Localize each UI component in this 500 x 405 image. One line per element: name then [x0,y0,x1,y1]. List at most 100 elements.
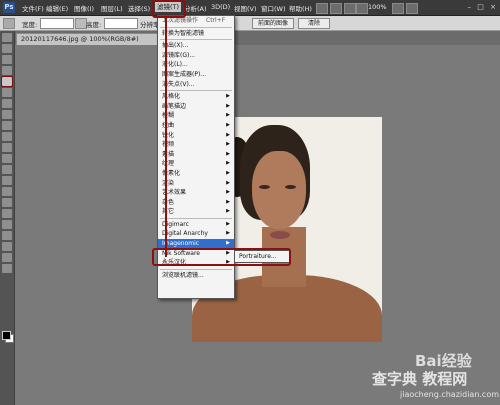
mini-bridge-icon[interactable] [330,3,342,14]
foreground-color-swatch[interactable] [2,331,11,340]
clear-button[interactable]: 清除 [298,18,330,29]
history-brush-tool-icon[interactable] [2,132,12,141]
photo-face [252,151,306,229]
menu-item-digimarc[interactable]: Digimarc ▶ [158,220,234,230]
lasso-tool-icon[interactable] [2,55,12,64]
menu-analysis[interactable]: 分析(A) [184,3,207,13]
menu-item-sharpen[interactable]: 锐化 ▶ [158,131,234,141]
menu-item-stylize[interactable]: 风格化 ▶ [158,92,234,102]
submenu-arrow-icon: ▶ [226,160,230,167]
front-image-button[interactable]: 前面的图像 [252,18,294,29]
menu-divider [160,217,232,219]
width-label: 宽度: [22,21,38,29]
menu-help[interactable]: 帮助(H) [289,3,312,13]
menu-item-browse-online-filters[interactable]: 浏览联机滤镜... [158,271,234,281]
menu-item-filter-gallery[interactable]: 滤镜库(G)... [158,51,234,61]
menu-item-noise[interactable]: 杂色 ▶ [158,198,234,208]
quick-select-tool-icon[interactable] [2,66,12,75]
menu-item-convert-smart-filter[interactable]: 转换为智能滤镜 [158,29,234,39]
menu-item-pixelate[interactable]: 像素化 ▶ [158,169,234,179]
photo-left-eye [259,185,270,189]
shape-tool-icon[interactable] [2,220,12,229]
menu-item-other[interactable]: 其它 ▶ [158,207,234,217]
zoom-tool-icon[interactable] [2,264,12,273]
document-tab[interactable]: 20120117646.jpg @ 100%(RGB/8#) [16,33,162,45]
path-select-tool-icon[interactable] [2,209,12,218]
menu-divider [160,26,232,28]
submenu-arrow-icon: ▶ [226,93,230,100]
menu-item-pattern-maker[interactable]: 图案生成器(P)... [158,70,234,80]
highlight-portraiture-item [152,248,291,266]
menu-item-liquify[interactable]: 液化(L)... [158,60,234,70]
options-bar: 宽度: 高度: 分辨率: 前面的图像 清除 [0,16,500,31]
menu-item-vanishing-point[interactable]: 消失点(V)... [158,80,234,90]
watermark: Bai经验 查字典 教程网 jiaocheng.chazidian.com [330,350,500,405]
arrange-documents-icon[interactable] [392,3,404,14]
chazidian-watermark: 查字典 教程网 [372,370,468,388]
photoshop-logo: Ps [3,2,15,13]
minimize-icon[interactable]: – [468,3,472,11]
screen-mode-icon[interactable] [406,3,418,14]
height-input[interactable] [104,18,138,29]
submenu-arrow-icon: ▶ [226,102,230,109]
menu-layer[interactable]: 图层(L) [101,3,123,13]
menu-item-video[interactable]: 视频 ▶ [158,140,234,150]
zoom-tool-icon[interactable] [356,3,368,14]
menu-bar: Ps 文件(F) 编辑(E) 图像(I) 图层(L) 选择(S) 滤镜(T) 分… [0,0,500,16]
menu-item-extract[interactable]: 抽出(X)... [158,41,234,51]
hand-tool-icon[interactable] [2,253,12,262]
blur-tool-icon[interactable] [2,165,12,174]
eraser-tool-icon[interactable] [2,143,12,152]
zoom-level[interactable]: 100% [368,3,387,11]
menu-file[interactable]: 文件(F) [22,3,44,13]
menu-item-blur[interactable]: 模糊 ▶ [158,111,234,121]
hand-icon[interactable] [344,3,356,14]
menu-item-digital-anarchy[interactable]: Digital Anarchy ▶ [158,229,234,239]
submenu-arrow-icon: ▶ [226,121,230,128]
move-tool-icon[interactable] [2,33,12,42]
type-tool-icon[interactable] [2,198,12,207]
photo-right-eye [285,185,296,189]
menu-view[interactable]: 视图(V) [234,3,257,13]
submenu-arrow-icon: ▶ [226,189,230,196]
menu-divider [160,268,232,270]
menu-select[interactable]: 选择(S) [128,3,150,13]
menu-item-distort[interactable]: 扭曲 ▶ [158,121,234,131]
crop-tool-icon[interactable] [3,18,15,29]
tools-panel [0,31,15,405]
highlight-connector-line [165,16,167,257]
menu-item-sketch[interactable]: 素描 ▶ [158,150,234,160]
crop-tool-icon[interactable] [1,76,13,87]
menu-edit[interactable]: 编辑(E) [46,3,68,13]
submenu-arrow-icon: ▶ [226,150,230,157]
pen-tool-icon[interactable] [2,187,12,196]
3d-orbit-tool-icon[interactable] [2,242,12,251]
close-icon[interactable]: × [490,3,496,11]
photo-lips [270,231,290,239]
clone-stamp-tool-icon[interactable] [2,121,12,130]
menu-item-artistic[interactable]: 艺术效果 ▶ [158,188,234,198]
site-url-watermark: jiaocheng.chazidian.com [400,390,500,399]
shortcut-label: Ctrl+F [206,17,226,24]
menu-3d[interactable]: 3D(D) [211,3,230,11]
submenu-arrow-icon: ▶ [226,169,230,176]
menu-divider [160,90,232,92]
maximize-icon[interactable]: □ [477,3,484,11]
3d-rotate-tool-icon[interactable] [2,231,12,240]
width-input[interactable] [40,18,74,29]
gradient-tool-icon[interactable] [2,154,12,163]
brush-tool-icon[interactable] [2,110,12,119]
bridge-icon[interactable] [316,3,328,14]
eyedropper-tool-icon[interactable] [2,88,12,97]
submenu-arrow-icon: ▶ [226,131,230,138]
menu-item-brush-strokes[interactable]: 画笔描边 ▶ [158,102,234,112]
dodge-tool-icon[interactable] [2,176,12,185]
menu-item-render[interactable]: 渲染 ▶ [158,179,234,189]
menu-window[interactable]: 窗口(W) [261,3,286,13]
submenu-arrow-icon: ▶ [226,112,230,119]
marquee-tool-icon[interactable] [2,44,12,53]
submenu-arrow-icon: ▶ [226,220,230,227]
healing-brush-tool-icon[interactable] [2,99,12,108]
menu-item-texture[interactable]: 纹理 ▶ [158,159,234,169]
menu-image[interactable]: 图像(I) [74,3,94,13]
